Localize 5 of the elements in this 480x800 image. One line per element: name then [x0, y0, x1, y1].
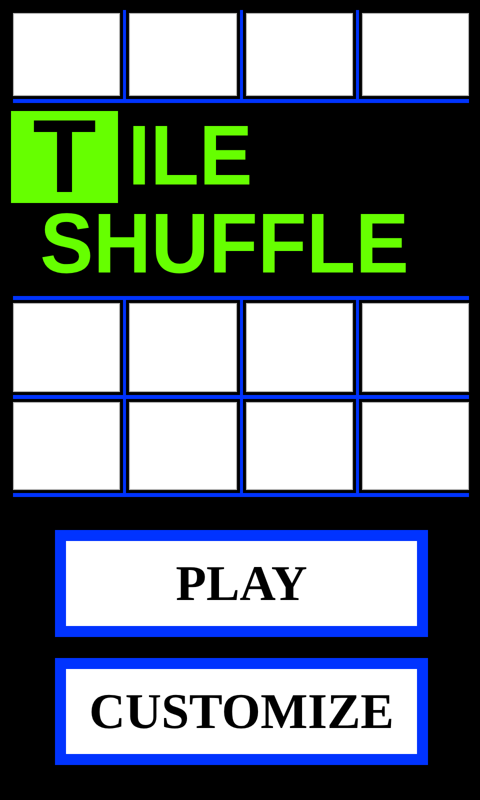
title-text: SHUFFLE	[40, 203, 409, 285]
menu-button[interactable]: CUSTOMIZE	[55, 658, 428, 765]
title-text: ILE	[128, 115, 252, 197]
title-letter-box: T	[11, 111, 118, 203]
menu-button[interactable]: PLAY	[55, 530, 428, 637]
